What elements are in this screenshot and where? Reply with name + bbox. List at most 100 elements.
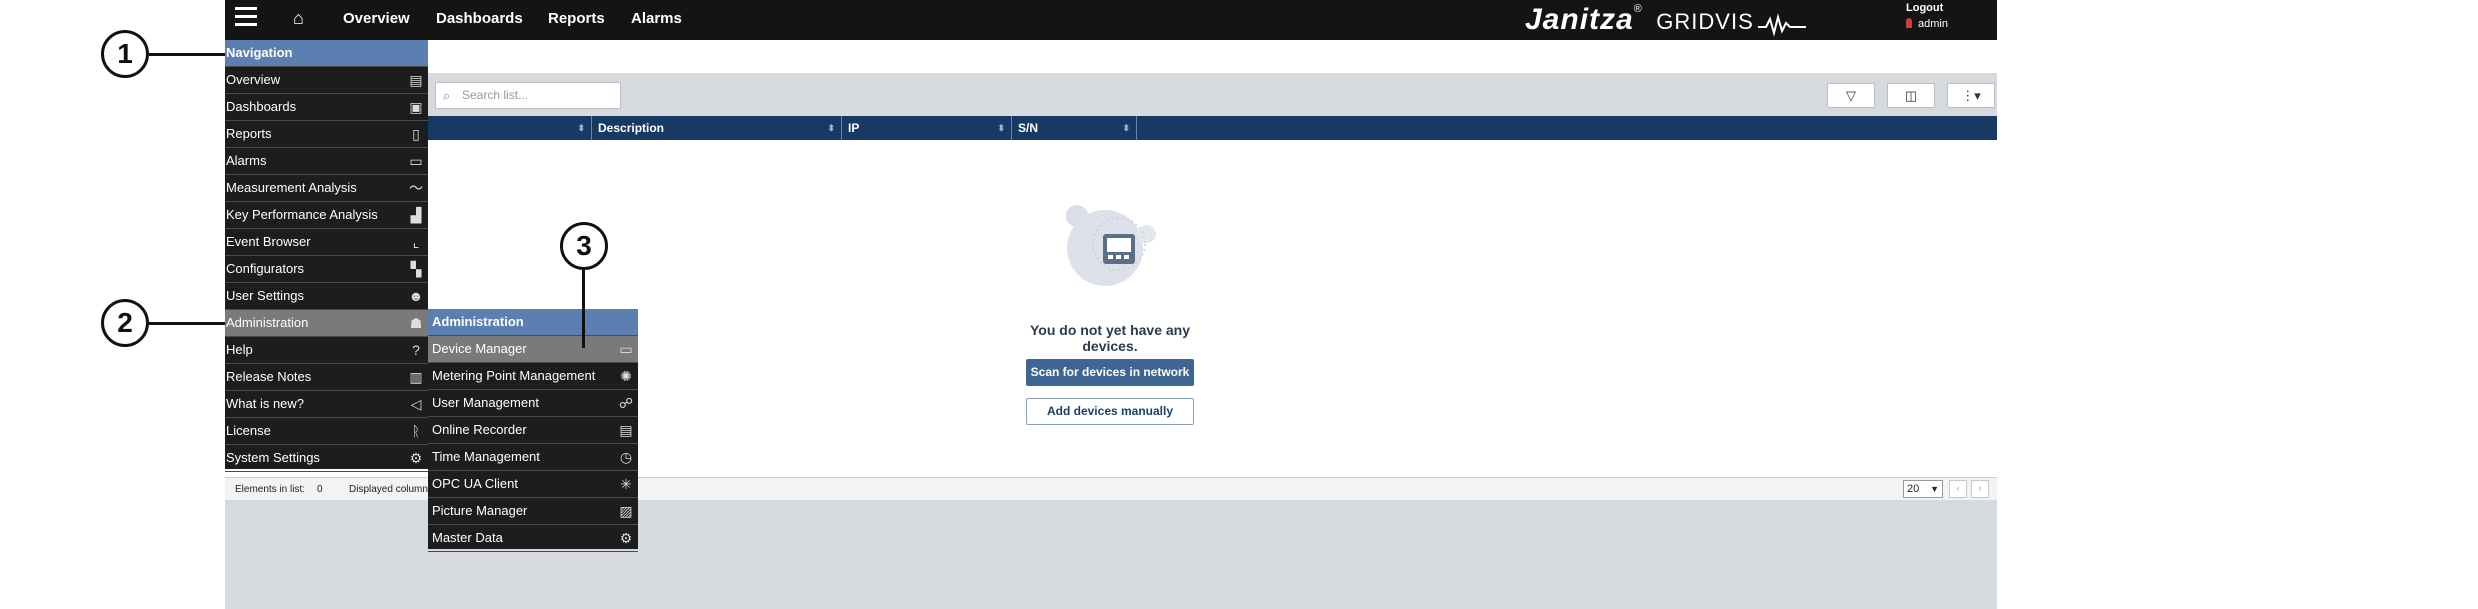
device-placeholder-icon — [1066, 205, 1156, 286]
nav-item-reports[interactable]: Reports ▯ — [225, 121, 428, 148]
navigation-title: Navigation — [225, 40, 428, 67]
brand-registered: ® — [1633, 3, 1642, 15]
nav-item-what-is-new[interactable]: What is new? ◁ — [225, 391, 428, 418]
top-bar: ⌂ Overview Dashboards Reports Alarms Jan… — [225, 0, 1997, 40]
help-icon: ? — [412, 342, 420, 358]
callout-2-line — [149, 322, 225, 325]
submenu-item-device-manager[interactable]: Device Manager ▭ — [428, 336, 638, 363]
nav-item-label: License — [226, 423, 271, 438]
opc-icon: ✳ — [620, 476, 632, 492]
nav-item-dashboards[interactable]: Dashboards ▣ — [225, 94, 428, 121]
callout-2: 2 — [101, 299, 149, 347]
nav-item-event-browser[interactable]: Event Browser ⌞ — [225, 229, 428, 256]
callout-1-line — [149, 53, 225, 56]
prev-page-button[interactable]: ‹ — [1949, 480, 1967, 498]
megaphone-icon: ◁ — [410, 396, 422, 412]
submenu-item-label: Online Recorder — [432, 422, 527, 437]
nav-item-alarms[interactable]: Alarms ▭ — [225, 148, 428, 175]
submenu-item-user-management[interactable]: User Management ☍ — [428, 390, 638, 417]
topnav-overview[interactable]: Overview — [343, 10, 410, 27]
submenu-item-online-recorder[interactable]: Online Recorder ▤ — [428, 417, 638, 444]
callout-3-line — [582, 270, 585, 348]
users-icon: ☍ — [618, 395, 634, 411]
license-icon: ᚱ — [411, 423, 421, 439]
nav-item-label: Administration — [226, 315, 309, 330]
username: admin — [1918, 18, 1948, 30]
nav-item-help[interactable]: Help? — [225, 337, 428, 364]
nav-item-administration[interactable]: Administration ☗ — [225, 310, 428, 337]
nav-item-label: Help — [226, 342, 253, 357]
topnav-reports[interactable]: Reports — [548, 10, 605, 27]
user-icon — [1906, 18, 1912, 28]
chevron-right-icon: › — [1978, 483, 1982, 494]
search-placeholder: Search list... — [462, 88, 529, 102]
callout-3: 3 — [560, 222, 608, 270]
nav-item-configurators[interactable]: Configurators ▚ — [225, 256, 428, 283]
nav-item-label: User Settings — [226, 288, 305, 303]
nav-item-key-performance-analysis[interactable]: Key Performance Analysis ▟ — [225, 202, 428, 229]
sort-icon: ⬍ — [997, 123, 1005, 133]
nav-item-user-settings[interactable]: User Settings ☻ — [225, 283, 428, 310]
hamburger-icon[interactable] — [235, 5, 257, 27]
column-header-description[interactable]: Description ⬍ — [592, 116, 842, 140]
nav-item-measurement-analysis[interactable]: Measurement Analysis 〜 — [225, 175, 428, 202]
topnav-alarms[interactable]: Alarms — [631, 10, 682, 27]
filter-button[interactable]: ▽ — [1827, 83, 1875, 108]
sort-icon: ⬍ — [577, 123, 585, 133]
chevron-down-icon: ▼ — [1930, 484, 1939, 494]
topnav-dashboards[interactable]: Dashboards — [436, 10, 523, 27]
chevron-left-icon: ‹ — [1956, 483, 1960, 494]
nav-item-label: Release Notes — [226, 369, 312, 384]
submenu-item-label: Picture Manager — [432, 503, 528, 518]
alarm-icon: ▭ — [409, 153, 423, 169]
column-header-sn[interactable]: S/N ⬍ — [1012, 116, 1137, 140]
search-input[interactable]: ⌕ Search list... — [435, 82, 621, 109]
dashboard-icon: ▣ — [409, 99, 423, 115]
submenu-item-label: OPC UA Client — [432, 476, 518, 491]
book-icon: ▥ — [409, 369, 423, 385]
nav-item-label: Reports — [226, 126, 272, 141]
elements-label: Elements in list: — [235, 484, 306, 495]
logout-link[interactable]: Logout — [1906, 2, 1943, 14]
recorder-icon: ▤ — [619, 422, 633, 438]
pulse-icon — [1758, 12, 1807, 37]
nav-item-system-settings[interactable]: System Settings ⚙ — [225, 445, 428, 472]
user-settings-icon: ☻ — [408, 288, 424, 304]
nav-item-overview[interactable]: Overview ▤ — [225, 67, 428, 94]
nav-item-release-notes[interactable]: Release Notes ▥ — [225, 364, 428, 391]
page-size-select[interactable]: 20 ▼ — [1903, 480, 1943, 498]
submenu-item-master-data[interactable]: Master Data ⚙ — [428, 525, 638, 552]
submenu-item-time-management[interactable]: Time Management ◷ — [428, 444, 638, 471]
nav-item-license[interactable]: License ᚱ — [225, 418, 428, 445]
filter-icon: ▽ — [1846, 88, 1856, 103]
home-icon[interactable]: ⌂ — [293, 8, 304, 29]
columns-icon: ◫ — [1904, 88, 1918, 103]
brand-name: Janitza — [1525, 3, 1634, 36]
scan-devices-button[interactable]: Scan for devices in network — [1026, 359, 1194, 386]
more-menu-button[interactable]: ⋮▾ — [1947, 83, 1995, 108]
nav-item-label: Alarms — [226, 153, 267, 168]
next-page-button[interactable]: › — [1971, 480, 1989, 498]
nav-item-label: What is new? — [226, 396, 305, 411]
columns-button[interactable]: ◫ — [1887, 83, 1935, 108]
submenu-item-opc-ua-client[interactable]: OPC UA Client ✳ — [428, 471, 638, 498]
nav-item-label: Overview — [226, 72, 281, 87]
gridvis-app: ⌂ Overview Dashboards Reports Alarms Jan… — [225, 0, 1997, 609]
device-table-header: ⬍ Description ⬍ IP ⬍ S/N ⬍ — [225, 116, 1997, 140]
master-data-icon: ⚙ — [619, 530, 633, 546]
submenu-item-metering-point-management[interactable]: Metering Point Management ✺ — [428, 363, 638, 390]
product-name: GRIDVIS — [1656, 9, 1754, 34]
device-manager-icon: ▭ — [619, 341, 633, 357]
header-strip — [225, 40, 1997, 73]
add-devices-button[interactable]: Add devices manually — [1026, 398, 1194, 425]
submenu-item-picture-manager[interactable]: Picture Manager ▨ — [428, 498, 638, 525]
nav-item-label: Measurement Analysis — [226, 180, 357, 195]
column-header-ip[interactable]: IP ⬍ — [842, 116, 1012, 140]
search-icon: ⌕ — [443, 88, 451, 103]
submenu-item-label: User Management — [432, 395, 539, 410]
sort-icon: ⬍ — [827, 123, 835, 133]
sort-icon: ⬍ — [1122, 123, 1130, 133]
more-menu-icon: ⋮▾ — [1961, 88, 1981, 103]
system-settings-icon: ⚙ — [409, 450, 423, 466]
nav-item-label: Configurators — [226, 261, 305, 276]
